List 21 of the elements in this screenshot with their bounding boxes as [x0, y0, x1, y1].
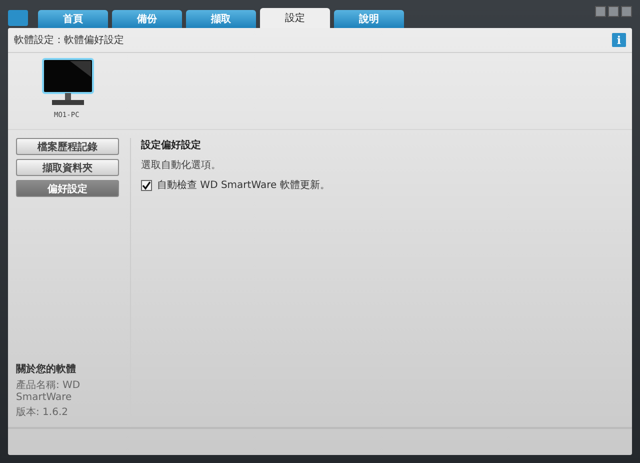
- tab[interactable]: 設定: [260, 8, 330, 28]
- section-description: 選取自動化選項。: [141, 159, 222, 172]
- close-button[interactable]: [621, 6, 632, 17]
- checkbox-label: 自動檢查 WD SmartWare 軟體更新。: [157, 178, 330, 192]
- tab[interactable]: 備份: [112, 10, 182, 28]
- minimize-button[interactable]: [595, 6, 606, 17]
- tab[interactable]: 說明: [334, 10, 404, 28]
- sidebar-button[interactable]: 檔案歷程記錄: [16, 138, 119, 155]
- sidebar-button[interactable]: 偏好設定: [16, 180, 119, 197]
- page-title: 軟體設定：軟體偏好設定: [14, 34, 124, 47]
- tab[interactable]: 擷取: [186, 10, 256, 28]
- maximize-button[interactable]: [608, 6, 619, 17]
- version-text: 版本: 1.6.2: [16, 406, 69, 419]
- about-title: 關於您的軟體: [16, 362, 77, 376]
- tab[interactable]: 首頁: [38, 10, 108, 28]
- info-button[interactable]: i: [612, 33, 626, 47]
- checkbox[interactable]: [141, 180, 152, 190]
- product-name: 產品名稱: WD SmartWare: [16, 378, 82, 403]
- section-title: 設定偏好設定: [141, 138, 202, 152]
- app-icon: [8, 10, 28, 26]
- sidebar-button[interactable]: 擷取資料夾: [16, 159, 119, 176]
